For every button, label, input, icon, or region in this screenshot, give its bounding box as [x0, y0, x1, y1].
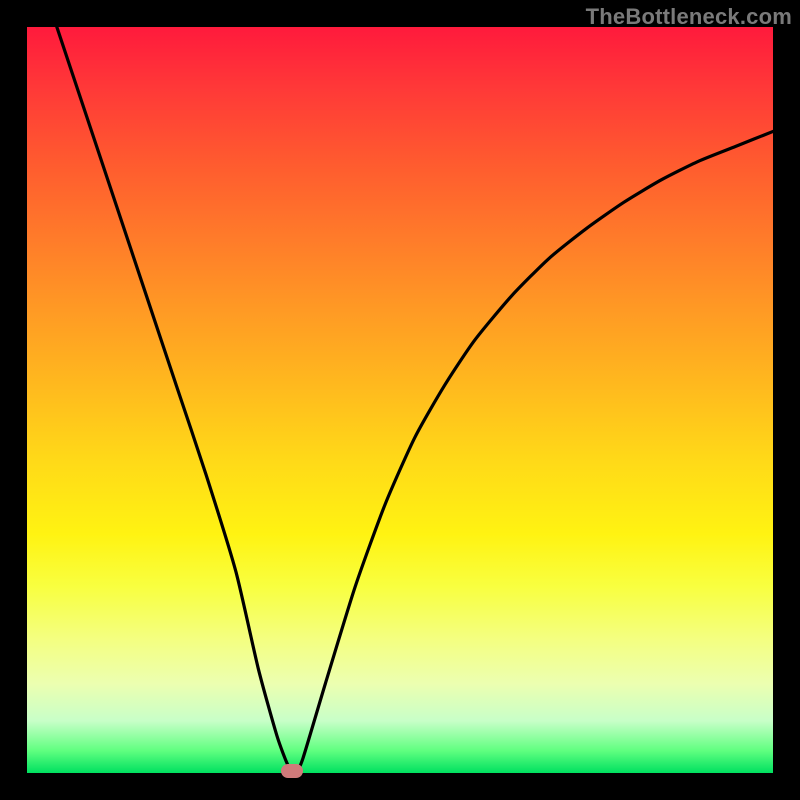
watermark-text: TheBottleneck.com: [586, 4, 792, 30]
optimal-point-marker: [281, 764, 303, 778]
curve-svg: [27, 27, 773, 773]
plot-area: [27, 27, 773, 773]
bottleneck-curve: [57, 27, 773, 773]
chart-frame: TheBottleneck.com: [0, 0, 800, 800]
